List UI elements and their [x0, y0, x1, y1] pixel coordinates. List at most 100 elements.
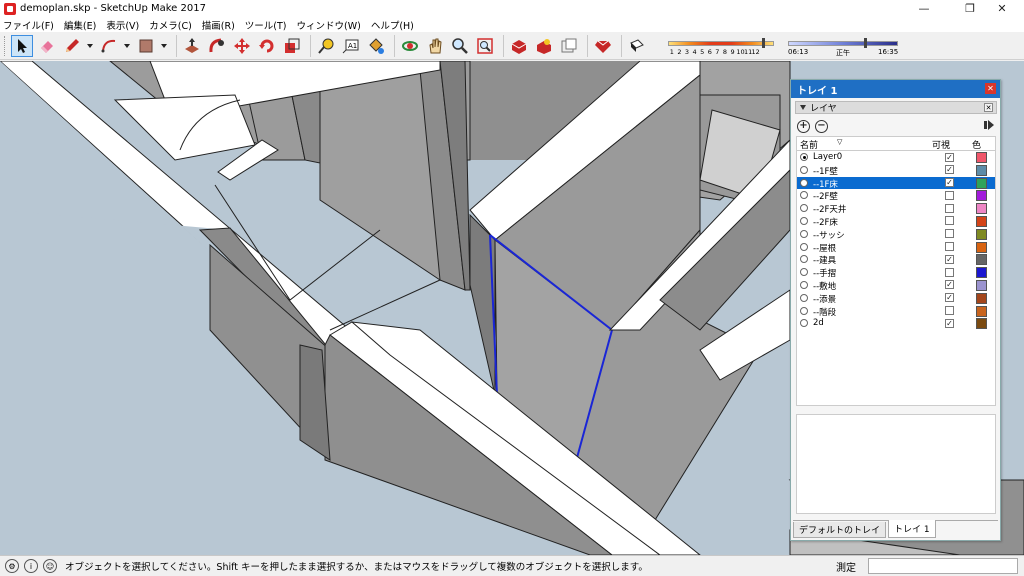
layer-name[interactable]: --手摺 — [813, 267, 836, 279]
layer-visible-checkbox[interactable]: ✓ — [945, 318, 954, 328]
layer-name[interactable]: --サッシ — [813, 229, 845, 241]
active-layer-radio[interactable] — [800, 306, 808, 315]
user-icon[interactable]: ☺ — [43, 559, 57, 573]
active-layer-radio[interactable] — [800, 319, 808, 328]
layer-name[interactable]: --屋根 — [813, 242, 836, 254]
minimize-button[interactable]: — — [904, 0, 944, 17]
layer-row[interactable]: --2F天井 — [797, 202, 995, 215]
pencil-tool-button[interactable] — [61, 35, 83, 57]
layer-name[interactable]: --敷地 — [813, 280, 836, 292]
line-tools-dropdown[interactable] — [86, 35, 94, 57]
layer-visible-checkbox[interactable]: ✓ — [945, 293, 954, 303]
tray-title-bar[interactable]: トレイ 1 ✕ — [791, 80, 1000, 98]
scale-tool-button[interactable] — [281, 35, 303, 57]
layer-visible-checkbox[interactable] — [945, 267, 954, 277]
tray-close-button[interactable]: ✕ — [985, 83, 996, 94]
menu-tools[interactable]: ツール(T) — [245, 18, 287, 32]
layer-row[interactable]: --敷地 ✓ — [797, 279, 995, 292]
zoom-tool-button[interactable] — [449, 35, 471, 57]
layers-panel-header[interactable]: レイヤ ✕ — [795, 101, 997, 114]
push-pull-tool-button[interactable] — [181, 35, 203, 57]
tab-tray-1[interactable]: トレイ 1 — [888, 520, 936, 538]
follow-me-tool-button[interactable] — [206, 35, 228, 57]
menu-view[interactable]: 表示(V) — [106, 18, 139, 32]
info-icon[interactable]: i — [24, 559, 38, 573]
layer-name[interactable]: --添景 — [813, 293, 836, 305]
menu-edit[interactable]: 編集(E) — [64, 18, 96, 32]
layer-color-swatch[interactable] — [976, 267, 987, 279]
add-layer-button[interactable]: + — [797, 119, 810, 133]
extension-warehouse-button[interactable] — [533, 35, 555, 57]
layer-row[interactable]: Layer0 ✓ — [797, 151, 995, 164]
active-layer-radio[interactable] — [800, 216, 808, 225]
layers-panel-close-button[interactable]: ✕ — [984, 103, 993, 112]
column-name-header[interactable]: 名前 — [800, 138, 818, 151]
layer-color-swatch[interactable] — [976, 305, 987, 317]
shadow-date-slider[interactable]: 1 2 3 4 5 6 7 8 9 10 11 12 — [668, 38, 780, 58]
active-layer-radio[interactable] — [800, 280, 808, 289]
active-layer-radio[interactable] — [800, 242, 808, 251]
layout-button[interactable] — [558, 35, 580, 57]
layer-visible-checkbox[interactable] — [945, 190, 954, 200]
shadows-toggle-button[interactable] — [626, 35, 648, 57]
layer-row[interactable]: --手摺 — [797, 266, 995, 279]
active-layer-radio[interactable] — [800, 153, 808, 161]
layer-row[interactable]: 2d ✓ — [797, 317, 995, 330]
layer-visible-checkbox[interactable]: ✓ — [945, 280, 954, 290]
shape-tool-button[interactable] — [135, 35, 157, 57]
layer-name[interactable]: 2d — [813, 318, 824, 328]
zoom-extents-tool-button[interactable] — [474, 35, 496, 57]
paint-bucket-tool-button[interactable] — [365, 35, 387, 57]
layer-name[interactable]: --1F壁 — [813, 165, 838, 177]
layer-color-swatch[interactable] — [976, 164, 987, 176]
layer-row[interactable]: --1F床 ✓ — [797, 176, 995, 190]
active-layer-radio[interactable] — [800, 255, 808, 264]
layer-visible-checkbox[interactable]: ✓ — [945, 254, 954, 264]
active-layer-radio[interactable] — [800, 178, 808, 187]
toolbar-grip[interactable] — [4, 35, 7, 56]
layer-color-swatch[interactable] — [976, 228, 987, 240]
rotate-tool-button[interactable] — [256, 35, 278, 57]
layer-color-swatch[interactable] — [976, 279, 987, 291]
layer-visible-checkbox[interactable]: ✓ — [945, 178, 954, 188]
ruby-console-button[interactable] — [592, 35, 614, 57]
shape-tools-dropdown[interactable] — [160, 35, 168, 57]
menu-camera[interactable]: カメラ(C) — [149, 18, 192, 32]
layer-name[interactable]: --1F床 — [813, 178, 838, 190]
tape-measure-tool-button[interactable] — [315, 35, 337, 57]
layer-visible-checkbox[interactable]: ✓ — [945, 152, 954, 162]
arc-tools-dropdown[interactable] — [123, 35, 131, 57]
layer-name[interactable]: --建具 — [813, 254, 836, 266]
layer-visible-checkbox[interactable] — [945, 203, 954, 213]
tab-default-tray[interactable]: デフォルトのトレイ — [793, 522, 887, 538]
layer-name[interactable]: --2F壁 — [813, 190, 838, 202]
active-layer-radio[interactable] — [800, 191, 808, 200]
details-arrow-icon[interactable] — [983, 119, 995, 131]
active-layer-radio[interactable] — [800, 293, 808, 302]
layer-row[interactable]: --屋根 — [797, 241, 995, 254]
layer-visible-checkbox[interactable] — [945, 216, 954, 226]
geo-location-icon[interactable]: ⚙ — [5, 559, 19, 573]
shadow-time-thumb[interactable] — [864, 38, 867, 48]
3d-warehouse-button[interactable] — [508, 35, 530, 57]
layer-row[interactable]: --1F壁 ✓ — [797, 164, 995, 177]
pan-tool-button[interactable] — [424, 35, 446, 57]
layer-color-swatch[interactable] — [976, 190, 987, 202]
layer-name[interactable]: --2F床 — [813, 216, 838, 228]
layer-visible-checkbox[interactable] — [945, 229, 954, 239]
measurements-input[interactable] — [868, 558, 1018, 574]
layer-color-swatch[interactable] — [976, 203, 987, 215]
select-tool-button[interactable] — [11, 34, 33, 57]
column-color-header[interactable]: 色 — [972, 138, 981, 151]
menu-draw[interactable]: 描画(R) — [202, 18, 235, 32]
layer-visible-checkbox[interactable] — [945, 242, 954, 252]
shadow-time-slider[interactable]: 06:13 正午 16:35 — [788, 38, 900, 58]
layer-color-swatch[interactable] — [976, 254, 987, 266]
shadow-date-thumb[interactable] — [762, 38, 765, 48]
layer-color-swatch[interactable] — [976, 241, 987, 253]
layer-row[interactable]: --添景 ✓ — [797, 292, 995, 305]
layer-visible-checkbox[interactable] — [945, 306, 954, 316]
layer-row[interactable]: --2F壁 — [797, 189, 995, 202]
layer-row[interactable]: --サッシ — [797, 228, 995, 241]
layer-row[interactable]: --2F床 — [797, 215, 995, 228]
